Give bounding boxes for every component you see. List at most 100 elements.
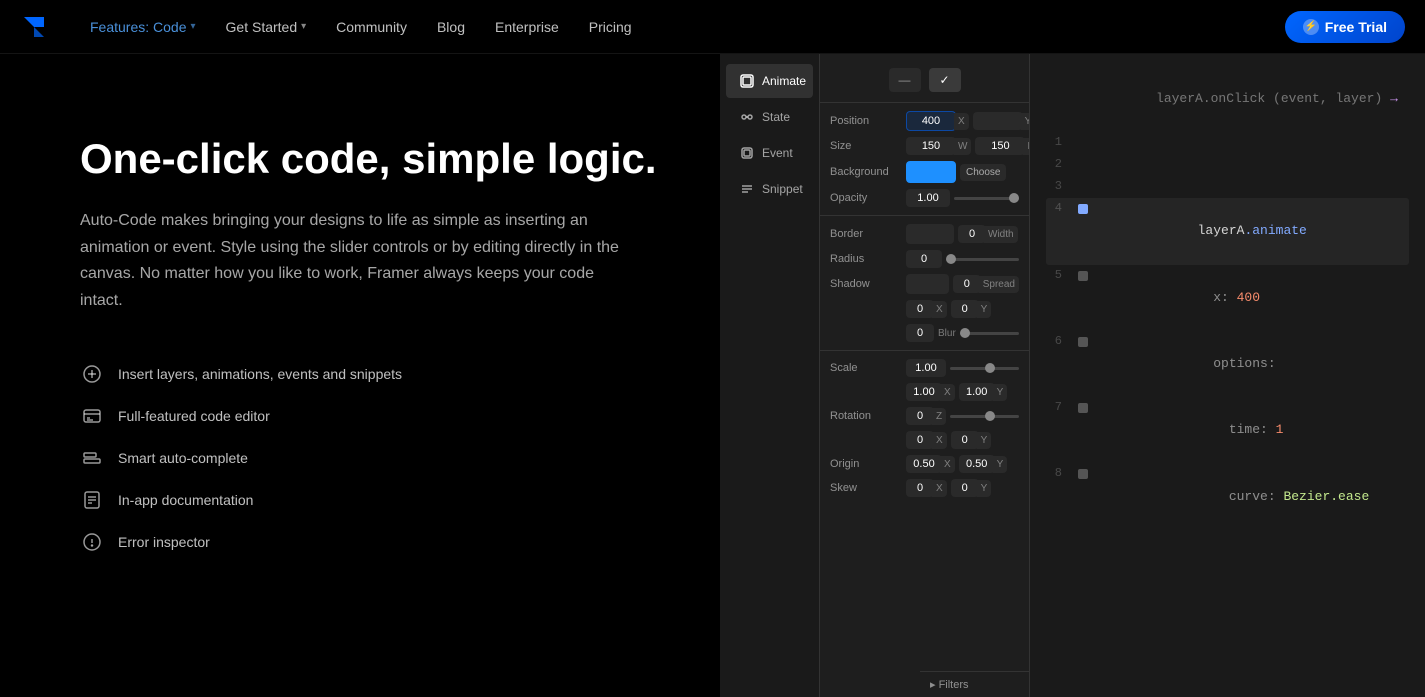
scale-input[interactable] xyxy=(906,359,946,377)
code-dot xyxy=(1078,271,1088,281)
skew-y-group: Y xyxy=(951,479,992,497)
skew-x-suffix: X xyxy=(932,480,947,497)
radius-label: Radius xyxy=(830,253,902,265)
nav-features-code[interactable]: Features: Code ▾ xyxy=(78,13,208,41)
origin-y-group: Y xyxy=(959,455,1008,473)
shadow-blur-input[interactable] xyxy=(906,324,934,342)
scale-x-group: X xyxy=(906,383,955,401)
skew-y-input[interactable] xyxy=(951,479,979,497)
shadow-spread-input[interactable] xyxy=(953,275,981,293)
scale-x-input[interactable] xyxy=(906,383,942,401)
rotation-z-input[interactable] xyxy=(906,407,934,425)
shadow-color-swatch[interactable] xyxy=(906,274,949,294)
prop-radius-row: Radius xyxy=(830,250,1019,268)
nav-get-started[interactable]: Get Started ▾ xyxy=(214,13,319,41)
main-content: One-click code, simple logic. Auto-Code … xyxy=(0,0,1425,697)
nav-community[interactable]: Community xyxy=(324,13,419,41)
toolbar-animate[interactable]: Animate xyxy=(726,64,813,98)
documentation-icon xyxy=(80,488,104,512)
border-width-input[interactable] xyxy=(958,225,986,243)
position-x-group: X xyxy=(906,111,969,131)
prop-transform-section: Scale X Y xyxy=(820,359,1029,497)
size-h-suffix: H xyxy=(1023,138,1030,155)
scale-x-suffix: X xyxy=(940,384,955,401)
toolbar-event[interactable]: Event xyxy=(726,136,813,170)
rotation-x-input[interactable] xyxy=(906,431,934,449)
scale-slider[interactable] xyxy=(950,367,1019,370)
prop-background-row: Background Choose xyxy=(830,161,1019,183)
blur-slider[interactable] xyxy=(960,332,1019,335)
prop-position-row: Position X Y xyxy=(830,111,1019,131)
error-inspector-icon xyxy=(80,530,104,554)
page-description: Auto-Code makes bringing your designs to… xyxy=(80,208,640,314)
skew-y-suffix: Y xyxy=(977,480,992,497)
opacity-slider[interactable] xyxy=(954,197,1019,200)
position-x-input[interactable] xyxy=(906,111,956,131)
rotation-x-group: X xyxy=(906,431,947,449)
size-h-group: H xyxy=(975,137,1030,155)
shadow-spread-suffix: Spread xyxy=(979,276,1019,293)
origin-y-input[interactable] xyxy=(959,455,995,473)
navbar-links: Features: Code ▾ Get Started ▾ Community… xyxy=(78,13,644,41)
prop-position-section: Position X Y Size W xyxy=(820,111,1029,207)
left-panel: One-click code, simple logic. Auto-Code … xyxy=(0,54,720,697)
framer-logo[interactable] xyxy=(20,13,48,41)
radius-input[interactable] xyxy=(906,250,942,268)
code-line-5: 5 x: 400 xyxy=(1046,265,1409,331)
toolbar-snippet[interactable]: Snippet xyxy=(726,172,813,206)
animate-icon xyxy=(740,74,754,88)
shadow-y-suffix: Y xyxy=(977,301,992,318)
size-w-group: W xyxy=(906,137,971,155)
code-dot xyxy=(1078,403,1088,413)
prop-opacity-row: Opacity xyxy=(830,189,1019,207)
shadow-x-input[interactable] xyxy=(906,300,934,318)
page-headline: One-click code, simple logic. xyxy=(80,134,660,184)
position-x-suffix: X xyxy=(954,113,969,130)
panel-tab-minus[interactable]: — xyxy=(889,68,921,92)
origin-x-suffix: X xyxy=(940,456,955,473)
code-line-2: 2 xyxy=(1046,154,1409,176)
snippet-icon xyxy=(740,182,754,196)
toolbar-state[interactable]: State xyxy=(726,100,813,134)
code-line-1: 1 xyxy=(1046,132,1409,154)
origin-label: Origin xyxy=(830,458,902,470)
code-dot xyxy=(1078,337,1088,347)
code-line-8: 8 curve: Bezier.ease xyxy=(1046,463,1409,529)
code-header-line: layerA.onClick (event, layer) → xyxy=(1046,66,1409,132)
skew-x-input[interactable] xyxy=(906,479,934,497)
position-y-input[interactable] xyxy=(973,112,1023,130)
rotation-y-input[interactable] xyxy=(951,431,979,449)
shadow-y-input[interactable] xyxy=(951,300,979,318)
nav-enterprise[interactable]: Enterprise xyxy=(483,13,571,41)
filters-bar[interactable]: ▸ Filters xyxy=(920,671,1030,697)
chevron-down-icon: ▾ xyxy=(191,21,196,32)
size-w-input[interactable] xyxy=(906,137,956,155)
nav-pricing[interactable]: Pricing xyxy=(577,13,644,41)
list-item: Insert layers, animations, events and sn… xyxy=(80,362,660,386)
prop-size-row: Size W H xyxy=(830,137,1019,155)
border-color-swatch[interactable] xyxy=(906,224,954,244)
background-label: Background xyxy=(830,166,902,178)
size-h-input[interactable] xyxy=(975,137,1025,155)
prop-shadow-xy-row: X Y xyxy=(830,300,1019,318)
code-line-7: 7 time: 1 xyxy=(1046,397,1409,463)
opacity-input[interactable] xyxy=(906,189,950,207)
chevron-down-icon: ▾ xyxy=(301,21,306,32)
radius-slider[interactable] xyxy=(946,258,1019,261)
shadow-spread-group: Spread xyxy=(953,275,1019,293)
border-width-group: Width xyxy=(958,225,1018,243)
nav-blog[interactable]: Blog xyxy=(425,13,477,41)
panel-tab-check[interactable]: ✓ xyxy=(929,68,961,92)
list-item: Smart auto-complete xyxy=(80,446,660,470)
side-toolbar: Animate State Event xyxy=(720,54,820,697)
scale-y-input[interactable] xyxy=(959,383,995,401)
choose-color-button[interactable]: Choose xyxy=(960,164,1006,181)
free-trial-button[interactable]: ⚡ Free Trial xyxy=(1285,11,1405,43)
event-icon xyxy=(740,146,754,160)
rotation-slider[interactable] xyxy=(950,415,1019,418)
plus-circle-icon xyxy=(80,362,104,386)
code-line-4: 4 layerA.animate xyxy=(1046,198,1409,264)
background-color-swatch[interactable] xyxy=(906,161,956,183)
skew-label: Skew xyxy=(830,482,902,494)
origin-x-input[interactable] xyxy=(906,455,942,473)
